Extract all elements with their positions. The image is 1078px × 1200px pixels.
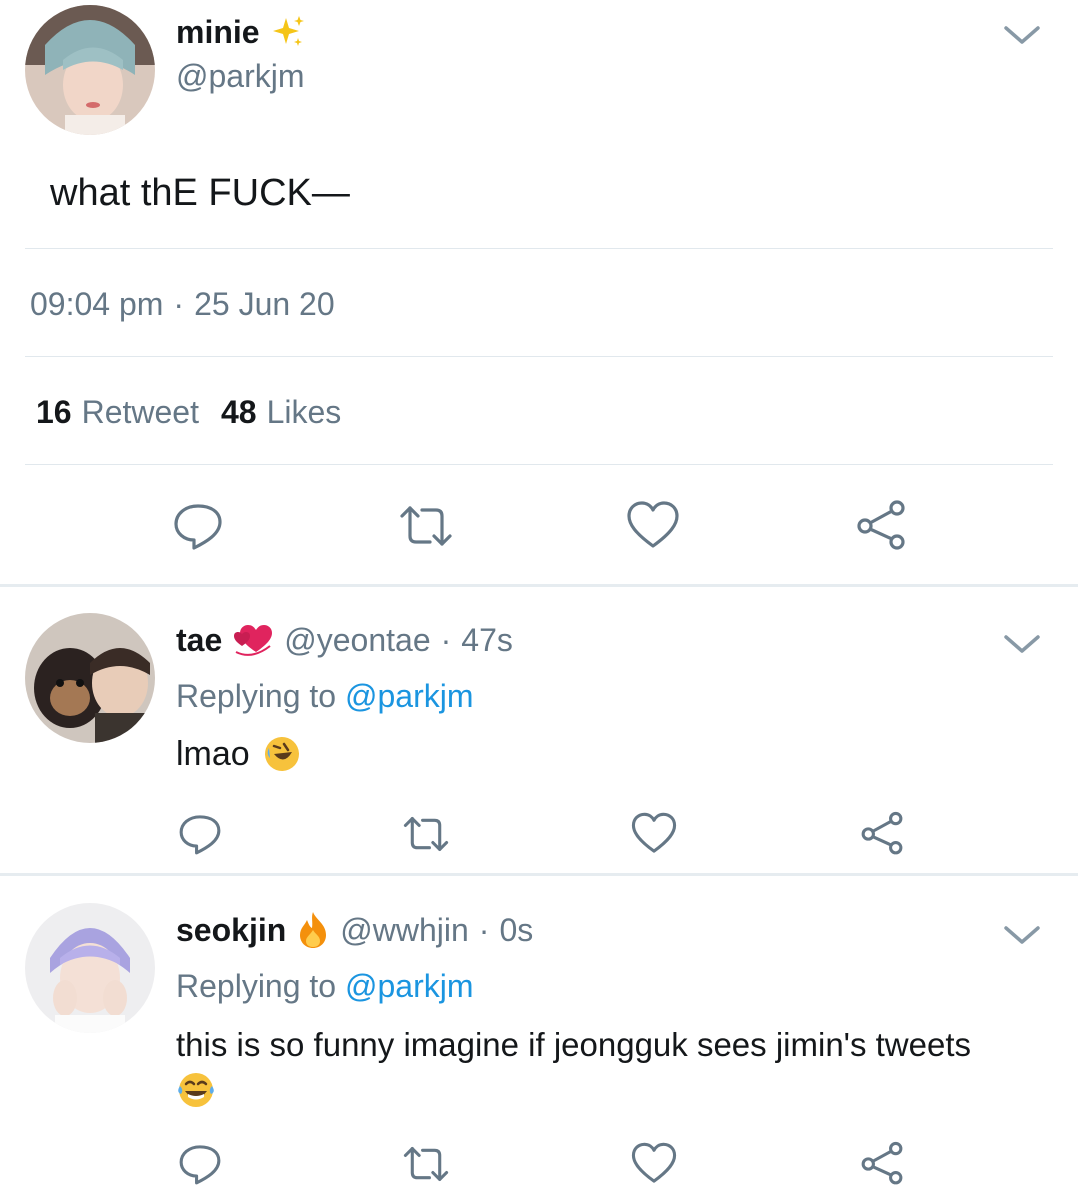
likes-label: Likes [266, 394, 342, 430]
tweet-text: lmao [176, 734, 250, 773]
handle[interactable]: @yeontae [284, 622, 430, 659]
tweet-text: this is so funny imagine if jeongguk see… [176, 1026, 972, 1063]
like-icon[interactable] [625, 498, 681, 554]
tweet-time[interactable]: 47s [461, 622, 513, 659]
tweet-body: this is so funny imagine if jeongguk see… [176, 1024, 1056, 1110]
retweet-icon[interactable] [402, 810, 450, 858]
avatar[interactable] [25, 5, 155, 135]
reply-header: tae @yeontae · 47s [176, 620, 513, 660]
likes-count: 48 [220, 394, 257, 430]
chevron-down-icon[interactable] [1002, 23, 1042, 47]
tweet-text: what thE FUCK— [50, 172, 350, 214]
avatar[interactable] [25, 613, 155, 743]
fire-icon [296, 910, 330, 950]
separator-dot: · [173, 286, 185, 322]
reply-icon[interactable] [170, 498, 226, 554]
share-icon[interactable] [853, 498, 909, 554]
handle[interactable]: @parkjm [176, 58, 305, 95]
display-name[interactable]: tae [176, 622, 222, 659]
share-icon[interactable] [858, 810, 906, 858]
display-name[interactable]: minie [176, 14, 260, 51]
user-name-row: minie [176, 12, 306, 52]
reply-icon[interactable] [176, 810, 224, 858]
replying-to: Replying to @parkjm [176, 678, 473, 715]
tweet-time: 09:04 pm [30, 286, 164, 322]
chevron-down-icon[interactable] [1002, 923, 1042, 947]
separator-dot: · [440, 621, 452, 658]
retweet-icon[interactable] [398, 498, 454, 554]
sparkles-icon [270, 14, 306, 50]
rolling-on-floor-laughing-icon [262, 734, 302, 774]
divider [25, 248, 1053, 249]
retweet-icon[interactable] [402, 1140, 450, 1188]
divider [25, 464, 1053, 465]
share-icon[interactable] [858, 1140, 906, 1188]
tweet-body: lmao [176, 734, 302, 774]
section-divider [0, 873, 1078, 876]
reply-header: seokjin @wwhjin · 0s [176, 910, 533, 950]
replying-to: Replying to @parkjm [176, 968, 473, 1005]
replying-label: Replying to [176, 678, 337, 714]
display-name[interactable]: seokjin [176, 912, 286, 949]
replying-handle-link[interactable]: @parkjm [345, 968, 474, 1004]
retweet-stat[interactable]: 16 Retweet [36, 394, 199, 431]
engagement-stats: 16 Retweet 48 Likes [36, 394, 341, 431]
tweet-time[interactable]: 0s [499, 912, 533, 949]
chevron-down-icon[interactable] [1002, 632, 1042, 656]
section-divider [0, 584, 1078, 587]
separator-dot: · [478, 911, 490, 948]
revolving-hearts-icon [232, 620, 274, 660]
reply-icon[interactable] [176, 1140, 224, 1188]
handle[interactable]: @wwhjin [340, 912, 469, 949]
divider [25, 356, 1053, 357]
like-icon[interactable] [630, 1140, 678, 1188]
avatar[interactable] [25, 903, 155, 1033]
replying-label: Replying to [176, 968, 337, 1004]
face-with-tears-of-joy-icon [176, 1070, 216, 1110]
retweet-label: Retweet [81, 394, 199, 430]
tweet-date: 25 Jun 20 [194, 286, 335, 322]
timestamp[interactable]: 09:04 pm · 25 Jun 20 [30, 286, 335, 323]
like-icon[interactable] [630, 810, 678, 858]
retweet-count: 16 [36, 394, 72, 430]
replying-handle-link[interactable]: @parkjm [345, 678, 474, 714]
likes-stat[interactable]: 48 Likes [221, 394, 341, 431]
